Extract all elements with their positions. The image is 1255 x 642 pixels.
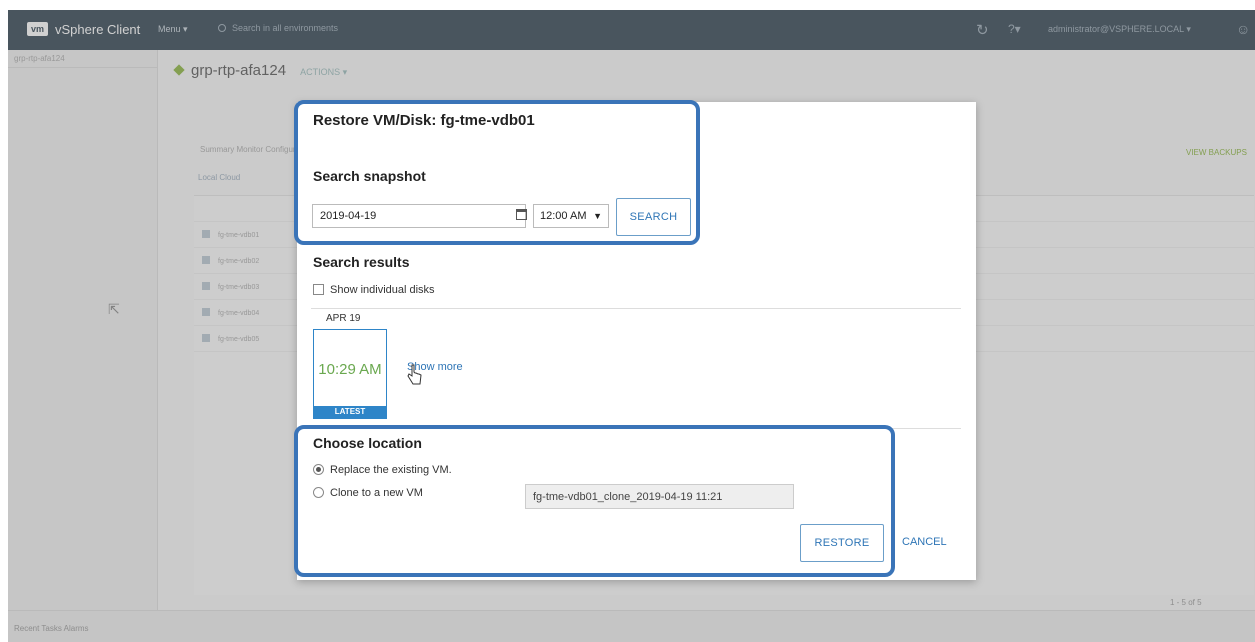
show-individual-disks-label: Show individual disks bbox=[330, 284, 435, 296]
highlight-choose-location bbox=[294, 425, 895, 577]
snapshot-date-header: APR 19 bbox=[326, 313, 361, 324]
search-results-heading: Search results bbox=[313, 254, 410, 270]
results-divider bbox=[311, 308, 961, 309]
cancel-button[interactable]: CANCEL bbox=[902, 536, 947, 548]
snapshot-card[interactable]: 10:29 AM LATEST bbox=[313, 329, 387, 419]
highlight-search-snapshot bbox=[294, 100, 700, 245]
hand-pointer-icon bbox=[407, 364, 422, 385]
show-individual-disks-checkbox[interactable] bbox=[313, 284, 324, 295]
snapshot-time: 10:29 AM bbox=[318, 361, 382, 378]
latest-badge: LATEST bbox=[314, 406, 386, 418]
